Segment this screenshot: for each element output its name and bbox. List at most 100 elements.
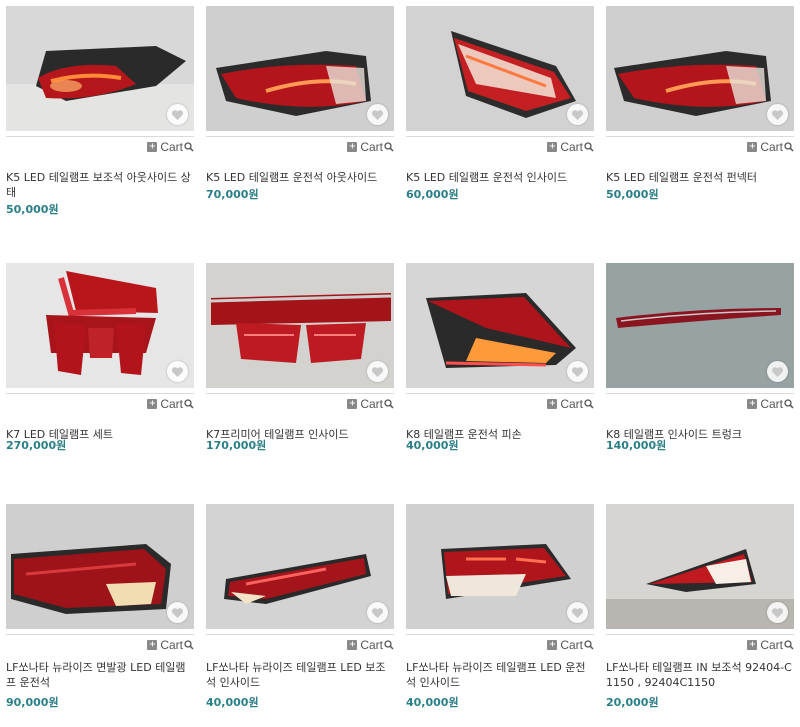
plus-icon: + [547,639,558,650]
product-card[interactable]: + Cart LF쏘나타 뉴라이즈 면발광 LED 테일램프 운전석 90,00… [6,504,194,724]
product-card[interactable]: + Cart K7 LED 테일램프 세트 270,000원 [6,263,194,463]
cart-label: Cart [160,140,183,154]
product-price: 270,000원 [6,439,67,452]
magnifier-icon [384,142,394,152]
plus-icon: + [147,639,158,650]
product-card[interactable]: + Cart LF쏘나타 테일램프 IN 보조석 92404-C1150 , 9… [606,504,794,724]
product-title[interactable]: LF쏘나타 뉴라이즈 테일램프 LED 보조석 인사이드 [206,660,394,690]
product-card[interactable]: + Cart K8 테일램프 인사이드 트렁크 140,000원 [606,263,794,463]
add-to-cart-button[interactable]: + Cart [347,637,394,653]
wishlist-heart-icon[interactable] [367,602,388,623]
add-to-cart-button[interactable]: + Cart [147,396,194,412]
product-image[interactable] [6,6,194,131]
add-to-cart-button[interactable]: + Cart [147,637,194,653]
wishlist-heart-icon[interactable] [567,361,588,382]
product-image[interactable] [6,263,194,388]
add-to-cart-button[interactable]: + Cart [547,637,594,653]
add-to-cart-button[interactable]: + Cart [547,139,594,155]
wishlist-heart-icon[interactable] [767,602,788,623]
product-price: 40,000원 [406,439,459,452]
product-price: 70,000원 [206,188,259,201]
product-image[interactable] [606,263,794,388]
wishlist-heart-icon[interactable] [367,104,388,125]
cart-label: Cart [560,140,583,154]
product-image[interactable] [206,504,394,629]
cart-label: Cart [360,638,383,652]
cart-label: Cart [160,638,183,652]
plus-icon: + [747,141,758,152]
wishlist-heart-icon[interactable] [167,104,188,125]
wishlist-heart-icon[interactable] [167,602,188,623]
product-image[interactable] [406,504,594,629]
wishlist-heart-icon[interactable] [167,361,188,382]
plus-icon: + [347,639,358,650]
add-to-cart-button[interactable]: + Cart [347,396,394,412]
magnifier-icon [384,640,394,650]
product-card[interactable]: + Cart K8 테일램프 운전석 피손 40,000원 [406,263,594,463]
product-price: 50,000원 [6,203,59,216]
wishlist-heart-icon[interactable] [767,104,788,125]
divider [406,136,594,137]
product-title[interactable]: K5 LED 테일램프 보조석 아웃사이드 상태 [6,170,194,200]
add-to-cart-button[interactable]: + Cart [347,139,394,155]
add-to-cart-button[interactable]: + Cart [147,139,194,155]
product-card[interactable]: + Cart LF쏘나타 뉴라이즈 테일램프 LED 운전석 인사이드 40,0… [406,504,594,724]
product-price: 40,000원 [206,696,259,709]
divider [206,393,394,394]
divider [6,393,194,394]
product-image[interactable] [606,6,794,131]
magnifier-icon [584,399,594,409]
cart-label: Cart [360,397,383,411]
wishlist-heart-icon[interactable] [567,104,588,125]
magnifier-icon [384,399,394,409]
wishlist-heart-icon[interactable] [367,361,388,382]
cart-label: Cart [760,638,783,652]
magnifier-icon [784,142,794,152]
plus-icon: + [347,398,358,409]
divider [406,393,594,394]
add-to-cart-button[interactable]: + Cart [547,396,594,412]
wishlist-heart-icon[interactable] [567,602,588,623]
product-price: 170,000원 [206,439,267,452]
product-image[interactable] [406,6,594,131]
add-to-cart-button[interactable]: + Cart [747,396,794,412]
product-price: 140,000원 [606,439,667,452]
divider [606,393,794,394]
product-card[interactable]: + Cart K5 LED 테일램프 보조석 아웃사이드 상태 50,000원 [6,6,194,216]
cart-label: Cart [160,397,183,411]
divider [606,634,794,635]
divider [206,136,394,137]
product-title[interactable]: LF쏘나타 테일램프 IN 보조석 92404-C1150 , 92404C11… [606,660,794,690]
cart-label: Cart [760,397,783,411]
product-card[interactable]: + Cart K5 LED 테일램프 운전석 아웃사이드 70,000원 [206,6,394,206]
product-image[interactable] [206,263,394,388]
product-image[interactable] [406,263,594,388]
product-image[interactable] [206,6,394,131]
magnifier-icon [184,640,194,650]
product-price: 60,000원 [406,188,459,201]
product-card[interactable]: + Cart K5 LED 테일램프 운전석 인사이드 60,000원 [406,6,594,206]
product-card[interactable]: + Cart LF쏘나타 뉴라이즈 테일램프 LED 보조석 인사이드 40,0… [206,504,394,724]
product-title[interactable]: LF쏘나타 뉴라이즈 면발광 LED 테일램프 운전석 [6,660,194,690]
product-card[interactable]: + Cart K5 LED 테일램프 운전석 펀넥터 50,000원 [606,6,794,206]
product-card[interactable]: + Cart K7프리미어 테일램프 인사이드 170,000원 [206,263,394,463]
magnifier-icon [584,142,594,152]
wishlist-heart-icon[interactable] [767,361,788,382]
product-title[interactable]: LF쏘나타 뉴라이즈 테일램프 LED 운전석 인사이드 [406,660,594,690]
product-title[interactable]: K5 LED 테일램프 운전석 아웃사이드 [206,170,394,185]
product-title[interactable]: K5 LED 테일램프 운전석 펀넥터 [606,170,794,185]
cart-label: Cart [560,638,583,652]
product-image[interactable] [6,504,194,629]
magnifier-icon [784,399,794,409]
divider [406,634,594,635]
magnifier-icon [584,640,594,650]
cart-label: Cart [760,140,783,154]
magnifier-icon [184,399,194,409]
add-to-cart-button[interactable]: + Cart [747,637,794,653]
product-price: 90,000원 [6,696,59,709]
product-price: 50,000원 [606,188,659,201]
plus-icon: + [547,141,558,152]
product-image[interactable] [606,504,794,629]
add-to-cart-button[interactable]: + Cart [747,139,794,155]
product-title[interactable]: K5 LED 테일램프 운전석 인사이드 [406,170,594,185]
